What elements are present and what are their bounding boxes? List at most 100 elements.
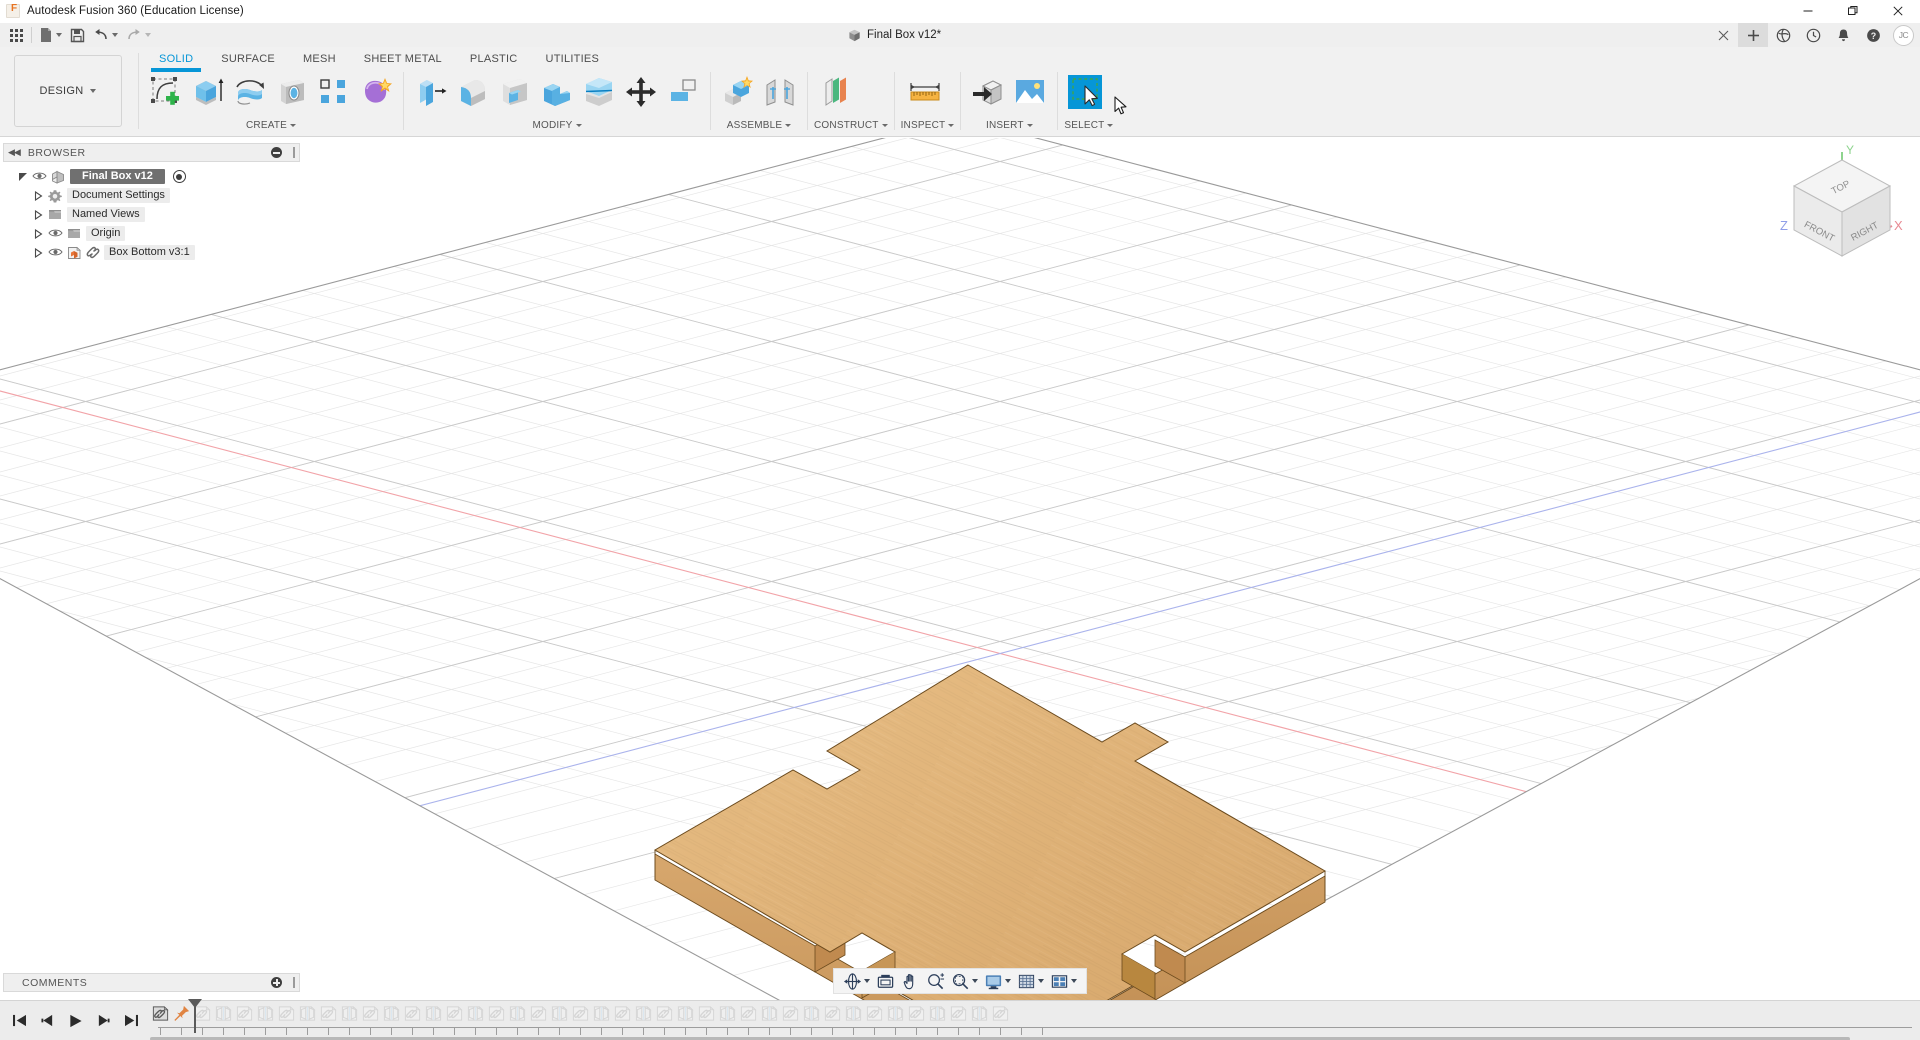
redo-icon[interactable] <box>122 24 155 46</box>
timeline-feature-mirror[interactable] <box>465 1003 486 1024</box>
add-comment-icon[interactable] <box>271 977 282 988</box>
timeline-playhead[interactable] <box>194 999 196 1033</box>
comments-panel[interactable]: COMMENTS <box>3 973 300 992</box>
insert-derive-tool[interactable] <box>967 71 1009 117</box>
timeline-feature-mirror[interactable] <box>969 1003 990 1024</box>
press-pull-tool[interactable] <box>410 71 452 117</box>
look-at-tool[interactable] <box>873 969 898 993</box>
timeline-feature-joint[interactable] <box>612 1003 633 1024</box>
close-button[interactable] <box>1875 0 1920 23</box>
timeline-scrollbar[interactable] <box>150 1037 1850 1040</box>
app-grid-icon[interactable] <box>5 24 28 46</box>
tree-node-origin[interactable]: Origin <box>3 224 303 243</box>
minimize-button[interactable] <box>1785 0 1830 23</box>
timeline-feature-joint[interactable] <box>360 1003 381 1024</box>
ribbon-tab-solid[interactable]: SOLID <box>145 50 207 68</box>
timeline-feature-joint[interactable] <box>486 1003 507 1024</box>
tree-node-label[interactable]: Final Box v12 <box>70 169 165 184</box>
expand-arrow-icon[interactable] <box>33 190 44 201</box>
timeline-feature-joint[interactable] <box>696 1003 717 1024</box>
extrude-tool[interactable] <box>187 71 229 117</box>
tree-node-label[interactable]: Document Settings <box>67 188 170 203</box>
timeline-feature-joint[interactable] <box>528 1003 549 1024</box>
timeline-feature-mirror[interactable] <box>885 1003 906 1024</box>
view-cube[interactable]: Y Z X TOP FRONT RIGHT <box>1772 138 1912 268</box>
timeline-feature-joint[interactable] <box>234 1003 255 1024</box>
timeline-feature-mirror[interactable] <box>759 1003 780 1024</box>
panel-label-select[interactable]: SELECT <box>1064 117 1113 133</box>
browser-minimize-icon[interactable] <box>271 147 282 158</box>
tree-node-root[interactable]: Final Box v12 <box>3 167 303 186</box>
go-to-beginning-button[interactable] <box>10 1010 28 1032</box>
new-component-tool[interactable] <box>717 71 759 117</box>
timeline-feature-joint[interactable] <box>654 1003 675 1024</box>
timeline-feature-joint[interactable] <box>864 1003 885 1024</box>
close-tab-button[interactable] <box>1708 23 1738 47</box>
panel-label-construct[interactable]: CONSTRUCT <box>814 117 888 133</box>
timeline-feature-joint[interactable] <box>402 1003 423 1024</box>
rectangular-pattern-tool[interactable] <box>313 71 355 117</box>
timeline-feature-mirror[interactable] <box>255 1003 276 1024</box>
combine-tool[interactable] <box>536 71 578 117</box>
shell-tool[interactable] <box>494 71 536 117</box>
display-settings[interactable] <box>981 969 1014 993</box>
play-button[interactable] <box>66 1010 84 1032</box>
maximize-button[interactable] <box>1830 0 1875 23</box>
tree-node-named-views[interactable]: Named Views <box>3 205 303 224</box>
browser-resize-grip[interactable] <box>293 147 295 158</box>
pan-tool[interactable] <box>898 969 923 993</box>
timeline-feature-mirror[interactable] <box>507 1003 528 1024</box>
chevron-down-icon[interactable] <box>972 979 978 983</box>
undo-icon[interactable] <box>89 24 122 46</box>
tree-node-label[interactable]: Origin <box>86 226 125 241</box>
form-tool[interactable] <box>355 71 397 117</box>
chevron-down-icon[interactable] <box>145 33 151 37</box>
ribbon-tab-utilities[interactable]: UTILITIES <box>532 50 614 68</box>
timeline-feature-mirror[interactable] <box>591 1003 612 1024</box>
revolve-tool[interactable] <box>229 71 271 117</box>
job-status-icon[interactable] <box>1798 23 1828 47</box>
go-to-end-button[interactable] <box>122 1010 140 1032</box>
browser-header[interactable]: ◀◀ BROWSER <box>3 143 300 162</box>
new-tab-button[interactable] <box>1738 23 1768 47</box>
expand-arrow-icon[interactable] <box>33 247 44 258</box>
panel-label-assemble[interactable]: ASSEMBLE <box>717 117 801 133</box>
timeline-feature-joint[interactable] <box>990 1003 1011 1024</box>
expand-arrow-icon[interactable] <box>33 209 44 220</box>
orbit-tool[interactable] <box>840 969 873 993</box>
timeline-feature-mirror[interactable] <box>339 1003 360 1024</box>
panel-label-inspect[interactable]: INSPECT <box>901 117 955 133</box>
timeline-feature-mirror[interactable] <box>717 1003 738 1024</box>
grid-snaps[interactable] <box>1014 969 1047 993</box>
ribbon-tab-sheet-metal[interactable]: SHEET METAL <box>350 50 456 68</box>
timeline-feature-mirror[interactable] <box>423 1003 444 1024</box>
tree-node-label[interactable]: Box Bottom v3:1 <box>104 245 195 260</box>
timeline-feature-mirror[interactable] <box>675 1003 696 1024</box>
data-panel-icon[interactable] <box>1768 23 1798 47</box>
move-copy-tool[interactable] <box>620 71 662 117</box>
tree-node-document-settings[interactable]: Document Settings <box>3 186 303 205</box>
timeline-feature-mirror[interactable] <box>633 1003 654 1024</box>
viewports[interactable] <box>1047 969 1080 993</box>
select-tool[interactable] <box>1064 71 1106 117</box>
ribbon-tab-plastic[interactable]: PLASTIC <box>456 50 532 68</box>
save-icon[interactable] <box>66 24 89 46</box>
panel-label-modify[interactable]: MODIFY <box>410 117 704 133</box>
timeline-feature-mirror[interactable] <box>381 1003 402 1024</box>
fit-tool[interactable] <box>948 969 981 993</box>
measure-tool[interactable] <box>901 71 949 117</box>
timeline-feature-mirror[interactable] <box>843 1003 864 1024</box>
timeline-feature-joint[interactable] <box>318 1003 339 1024</box>
expand-arrow-icon[interactable] <box>33 228 44 239</box>
hole-tool[interactable] <box>271 71 313 117</box>
notifications-icon[interactable] <box>1828 23 1858 47</box>
timeline-feature-joint[interactable] <box>822 1003 843 1024</box>
timeline-feature-mirror[interactable] <box>297 1003 318 1024</box>
step-back-button[interactable] <box>38 1010 56 1032</box>
document-tab[interactable]: Final Box v12* <box>840 23 951 47</box>
expand-arrow-icon[interactable] <box>17 171 28 182</box>
chevron-down-icon[interactable] <box>1071 979 1077 983</box>
visibility-eye-icon[interactable] <box>32 171 47 182</box>
visibility-eye-icon[interactable] <box>48 228 63 239</box>
zoom-tool[interactable] <box>923 969 948 993</box>
